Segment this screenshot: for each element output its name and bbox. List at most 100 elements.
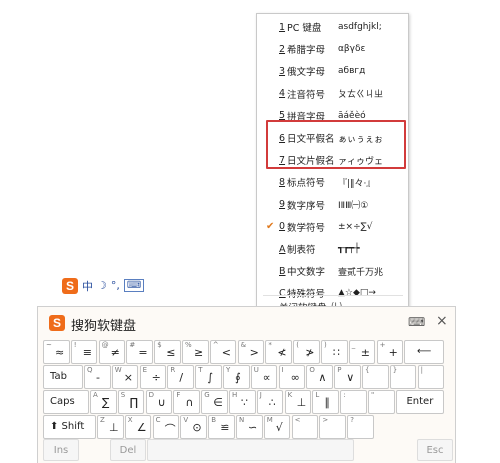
key-r4-3[interactable]: V ⊙ <box>180 415 207 439</box>
space-key[interactable] <box>147 439 354 461</box>
key-symbol: ∷ <box>333 346 340 359</box>
key-r1-11[interactable]: _ ± <box>348 340 376 364</box>
key-r3-1[interactable]: S ∏ <box>117 390 145 414</box>
key-r2-10[interactable]: { <box>362 365 389 389</box>
key-shift-label: N <box>239 416 245 424</box>
key-symbol: ∞ <box>290 371 300 384</box>
soft-keyboard-icon[interactable]: ⌨ <box>123 279 145 292</box>
menu-item-shortcut: B <box>279 265 286 277</box>
key-shift-label: # <box>129 341 136 349</box>
key-shift-label: W <box>114 366 122 374</box>
key-r4-1[interactable]: X ∠ <box>124 415 152 439</box>
key-r4-9[interactable]: ? <box>347 415 374 439</box>
key-r1-12[interactable]: + + <box>376 340 404 364</box>
menu-item-label: 中文数字 <box>287 267 326 279</box>
key-shift-label: L <box>315 391 320 399</box>
menu-item-sample: asdfghjkl; <box>338 22 382 32</box>
key-r3-9[interactable]: : <box>340 390 367 414</box>
key-r3-3[interactable]: F ∩ <box>173 390 200 414</box>
key-shift-label: S <box>120 391 126 399</box>
menu-item-9[interactable]: 9 数字序号 ⅠⅡⅢ㈠① <box>257 194 408 216</box>
key-shift-label: | <box>420 366 423 374</box>
key-r2-12[interactable]: | <box>417 365 445 389</box>
key-label: Esc <box>426 445 444 456</box>
key-r2-4[interactable]: T ∫ <box>195 365 222 389</box>
key-r1-5[interactable]: % ≥ <box>182 340 209 364</box>
key-r1-9[interactable]: (≯ <box>293 340 320 364</box>
key-shift-label: ( <box>296 341 299 349</box>
key-r1-0[interactable]: ~ ≈ <box>43 340 70 364</box>
key-r2-7[interactable]: I ∞ <box>278 365 306 389</box>
ins-key[interactable]: Ins <box>43 439 79 461</box>
key-r4-0[interactable]: Z ⊥ <box>97 415 124 439</box>
sogou-logo-icon[interactable]: S <box>62 277 78 294</box>
key-r2-0[interactable]: Q- <box>84 365 111 389</box>
key-r1-10[interactable]: ) ∷ <box>321 340 348 364</box>
soft-keyboard-titlebar[interactable]: S 搜狗软键盘 ⌨ × <box>38 307 455 337</box>
key-r2-11[interactable]: } <box>389 365 417 389</box>
menu-item-label: PC 键盘 <box>287 23 322 34</box>
shift-key[interactable]: ⬆ Shift <box>43 415 96 439</box>
key-r2-3[interactable]: R / <box>167 365 194 389</box>
key-symbol: ≡ <box>82 346 93 359</box>
key-shift-label: % <box>185 341 192 349</box>
key-r1-8[interactable]: * ≮ <box>265 340 292 364</box>
key-r1-4[interactable]: $ ≤ <box>154 340 181 364</box>
menu-item-b[interactable]: B 中文数字 壹贰千万兆 <box>257 260 408 282</box>
menu-item-2[interactable]: 2 希腊字母 αβγδε <box>257 38 408 60</box>
menu-item-sample: 『|‖々·』 <box>338 178 376 189</box>
key-r3-2[interactable]: D ∪ <box>145 390 173 414</box>
key-r4-5[interactable]: N ∽ <box>236 415 263 439</box>
key-symbol: ⌒ <box>164 423 176 436</box>
key-r2-6[interactable]: U ∝ <box>250 365 278 389</box>
caps-key[interactable]: Caps <box>43 390 89 414</box>
key-r3-6[interactable]: J ∴ <box>256 390 284 414</box>
tab-key[interactable]: Tab <box>43 365 83 389</box>
close-icon[interactable]: × <box>436 313 448 329</box>
key-r3-0[interactable]: A ∑ <box>90 390 117 414</box>
key-r4-7[interactable]: < <box>291 415 319 439</box>
menu-item-4[interactable]: 4 注音符号 ㄆㄊㄍㄐㄓ <box>257 83 408 105</box>
key-r1-2[interactable]: @ ≠ <box>98 340 126 364</box>
key-r2-2[interactable]: E ÷ <box>139 365 167 389</box>
key-r1-6[interactable]: ^ < <box>209 340 237 364</box>
menu-item-shortcut: 4 <box>279 88 286 100</box>
menu-item-label: 数字序号 <box>287 200 326 212</box>
del-key[interactable]: Del <box>110 439 146 461</box>
key-r4-6[interactable]: M √ <box>263 415 291 439</box>
punctuation-toggle[interactable]: °, <box>111 279 120 292</box>
keyboard-menu-icon[interactable]: ⌨ <box>408 315 425 329</box>
enter-key[interactable]: Enter <box>395 390 444 414</box>
menu-item-a[interactable]: A 制表符 ┱┲┯┾ <box>257 238 408 260</box>
key-symbol: ∝ <box>262 371 271 384</box>
esc-key[interactable]: Esc <box>417 439 453 461</box>
key-r3-4[interactable]: G ∈ <box>201 390 228 414</box>
key-r1-1[interactable]: ! ≡ <box>70 340 98 364</box>
key-r2-8[interactable]: O ∧ <box>306 365 333 389</box>
key-r2-9[interactable]: P ∨ <box>334 365 361 389</box>
chinese-mode-toggle[interactable]: 中 <box>82 278 93 294</box>
key-shift-label: D <box>148 391 154 399</box>
key-r3-7[interactable]: K ⊥ <box>284 390 312 414</box>
key-r2-5[interactable]: Y ∮ <box>223 365 250 389</box>
menu-item-3[interactable]: 3 俄文字母 абвгд <box>257 60 408 82</box>
key-shift-label: P <box>337 366 342 374</box>
key-r1-3[interactable]: # = <box>126 340 153 364</box>
menu-item-8[interactable]: 8 标点符号 『|‖々·』 <box>257 171 408 193</box>
key-r3-5[interactable]: H ∵ <box>229 390 256 414</box>
half-width-moon-icon[interactable]: ☽ <box>97 279 107 292</box>
menu-item-1[interactable]: 1 PC 键盘 asdfghjkl; <box>257 16 408 38</box>
key-r4-4[interactable]: B ≌ <box>208 415 235 439</box>
key-shift-label: + <box>379 341 386 349</box>
key-symbol: ≠ <box>110 346 120 359</box>
key-r4-2[interactable]: C ⌒ <box>152 415 180 439</box>
key-r3-10[interactable]: " <box>368 390 395 414</box>
key-r2-1[interactable]: W × <box>111 365 139 389</box>
menu-item-sample: ┱┲┯┾ <box>338 244 360 254</box>
backspace-key[interactable]: ⟵ <box>404 340 444 364</box>
key-r1-7[interactable]: & > <box>237 340 265 364</box>
key-symbol: ∫ <box>207 371 213 384</box>
menu-item-0[interactable]: ✔ 0 数学符号 ±×÷∑√ <box>257 216 408 238</box>
key-r3-8[interactable]: L ∥ <box>312 390 339 414</box>
key-r4-8[interactable]: > <box>319 415 346 439</box>
